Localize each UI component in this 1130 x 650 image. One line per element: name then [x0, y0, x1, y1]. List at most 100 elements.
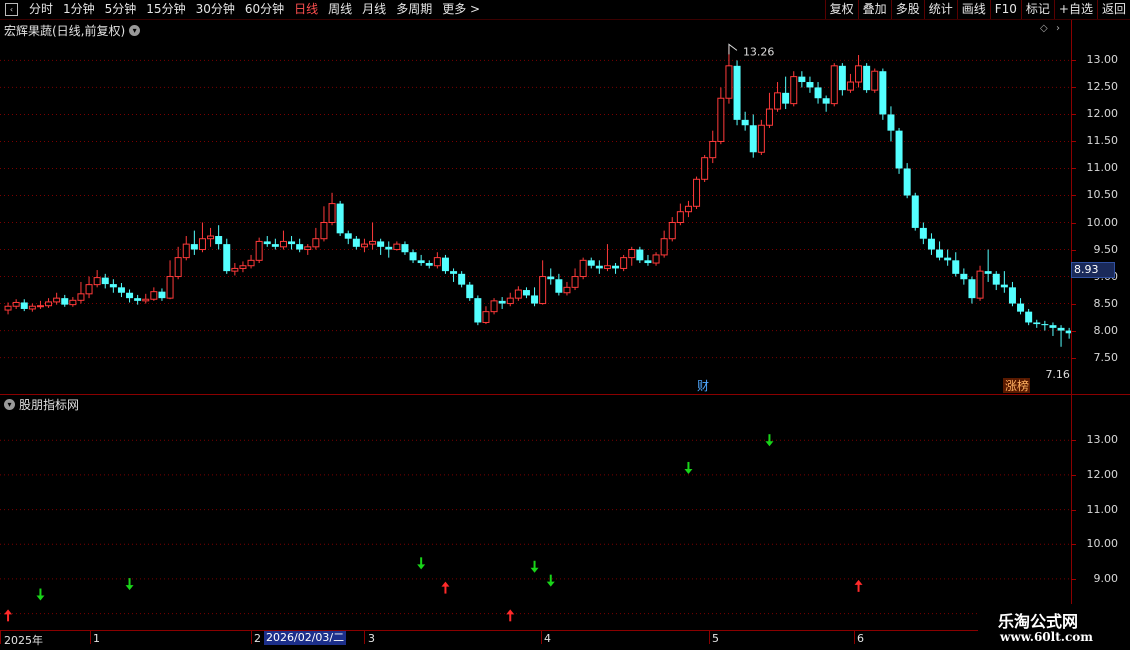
price-tick-label: 8.50 — [1093, 296, 1119, 310]
period-tab-weekly[interactable]: 周线 — [323, 0, 357, 19]
candle-body — [911, 195, 919, 228]
period-tab-1min[interactable]: 1分钟 — [58, 0, 100, 19]
candle-body — [871, 70, 879, 91]
price-tick — [1071, 168, 1076, 170]
candle-body — [458, 273, 466, 285]
watermark-url: www.60lt.com — [1000, 630, 1093, 644]
candle-body — [360, 243, 368, 248]
overlay-button[interactable]: 叠加 — [857, 0, 891, 19]
candle-body — [109, 284, 117, 288]
back-button[interactable]: 返回 — [1096, 0, 1130, 19]
candle-body — [53, 297, 61, 303]
candle-body — [660, 238, 668, 256]
period-tab-5min[interactable]: 5分钟 — [100, 0, 142, 19]
candle-body — [142, 298, 150, 302]
draw-line-button[interactable]: 画线 — [956, 0, 990, 19]
price-tick-label: 9.50 — [1093, 242, 1119, 256]
period-tab-monthly[interactable]: 月线 — [357, 0, 391, 19]
candle-body — [126, 292, 134, 299]
sell-signal-arrow — [684, 461, 693, 474]
candle-body — [782, 92, 790, 104]
candle-body — [757, 124, 765, 153]
candle-body — [1049, 325, 1057, 328]
sell-signal-arrow — [36, 588, 45, 601]
candle-body — [1041, 324, 1049, 326]
period-tab-multi[interactable]: 多周期 — [391, 0, 437, 19]
restore-rights-button[interactable]: 复权 — [824, 0, 858, 19]
price-tick — [1071, 60, 1076, 62]
candle-body — [838, 65, 846, 91]
candle-body — [1033, 322, 1041, 325]
period-tab-daily[interactable]: 日线 — [289, 0, 323, 19]
multi-stock-button[interactable]: 多股 — [890, 0, 924, 19]
candle-body — [255, 240, 263, 261]
candle-body — [263, 241, 271, 245]
candle-body — [603, 265, 611, 269]
candle-body — [709, 140, 717, 159]
date-label-mar: 3 — [368, 632, 375, 645]
price-tick-label: 11.50 — [1086, 134, 1119, 148]
f10-button[interactable]: F10 — [989, 0, 1021, 19]
candle-body — [944, 257, 952, 261]
date-tick — [90, 630, 91, 644]
period-tab-more[interactable]: 更多 > — [437, 0, 485, 19]
period-tab-30min[interactable]: 30分钟 — [191, 0, 240, 19]
buy-signal-arrow — [4, 609, 13, 622]
statistics-button[interactable]: 统计 — [923, 0, 957, 19]
candle-body — [425, 263, 433, 266]
selected-date[interactable]: 2026/02/03/二 — [264, 631, 347, 645]
candle-body — [450, 271, 458, 274]
price-tick — [1071, 195, 1076, 197]
candle-body — [717, 97, 725, 142]
candle-body — [498, 300, 506, 304]
date-tick — [709, 630, 710, 644]
candle-body — [693, 178, 701, 207]
candle-body — [863, 65, 871, 91]
collapse-icon[interactable]: ‹ — [5, 3, 18, 16]
candle-body — [806, 82, 814, 88]
candle-body — [20, 302, 28, 309]
candle-body — [790, 76, 798, 105]
period-tab-15min[interactable]: 15分钟 — [141, 0, 190, 19]
candle-body — [992, 273, 1000, 285]
price-tick — [1071, 249, 1076, 251]
candle-body — [61, 298, 69, 305]
price-tick-label: 10.50 — [1086, 188, 1119, 202]
candlestick-chart[interactable]: 13.26 7.16 财 涨榜 — [0, 20, 1071, 394]
candle-body — [223, 244, 231, 272]
candle-body — [814, 87, 822, 99]
candle-body — [466, 284, 474, 299]
high-marker — [728, 43, 738, 55]
buy-signal-arrow — [506, 609, 515, 622]
price-tick-label: 11.00 — [1086, 161, 1119, 175]
price-tick — [1071, 87, 1076, 89]
candle-body — [336, 203, 344, 234]
price-tick-label: 8.00 — [1093, 323, 1119, 337]
toolbar: ‹ 分时 1分钟 5分钟 15分钟 30分钟 60分钟 日线 周线 月线 多周期… — [0, 0, 1130, 20]
candle-body — [701, 157, 709, 180]
date-label-feb: 2 — [254, 632, 261, 645]
candle-body — [182, 243, 190, 259]
candle-body — [247, 259, 255, 267]
indicator-chart[interactable] — [0, 395, 1071, 630]
candle-body — [960, 273, 968, 280]
indicator-tick — [1071, 578, 1076, 580]
candle-body — [895, 130, 903, 169]
sell-signal-arrow — [546, 574, 555, 587]
candle-body — [312, 238, 320, 248]
indicator-tick-label: 11.00 — [1086, 502, 1119, 516]
limit-up-badge[interactable]: 涨榜 — [1005, 378, 1029, 393]
period-tab-60min[interactable]: 60分钟 — [240, 0, 289, 19]
mark-button[interactable]: 标记 — [1020, 0, 1054, 19]
period-tab-fenshi[interactable]: 分时 — [24, 0, 58, 19]
date-tick — [541, 630, 542, 644]
candle-body — [393, 243, 401, 251]
add-watchlist-button[interactable]: +自选 — [1053, 0, 1097, 19]
candle-body — [952, 260, 960, 274]
candle-body — [28, 305, 36, 310]
sell-signal-arrow — [417, 557, 426, 570]
candle-body — [855, 65, 863, 83]
candle-body — [271, 244, 279, 247]
financial-report-badge[interactable]: 财 — [697, 379, 709, 393]
candle-body — [628, 249, 636, 259]
